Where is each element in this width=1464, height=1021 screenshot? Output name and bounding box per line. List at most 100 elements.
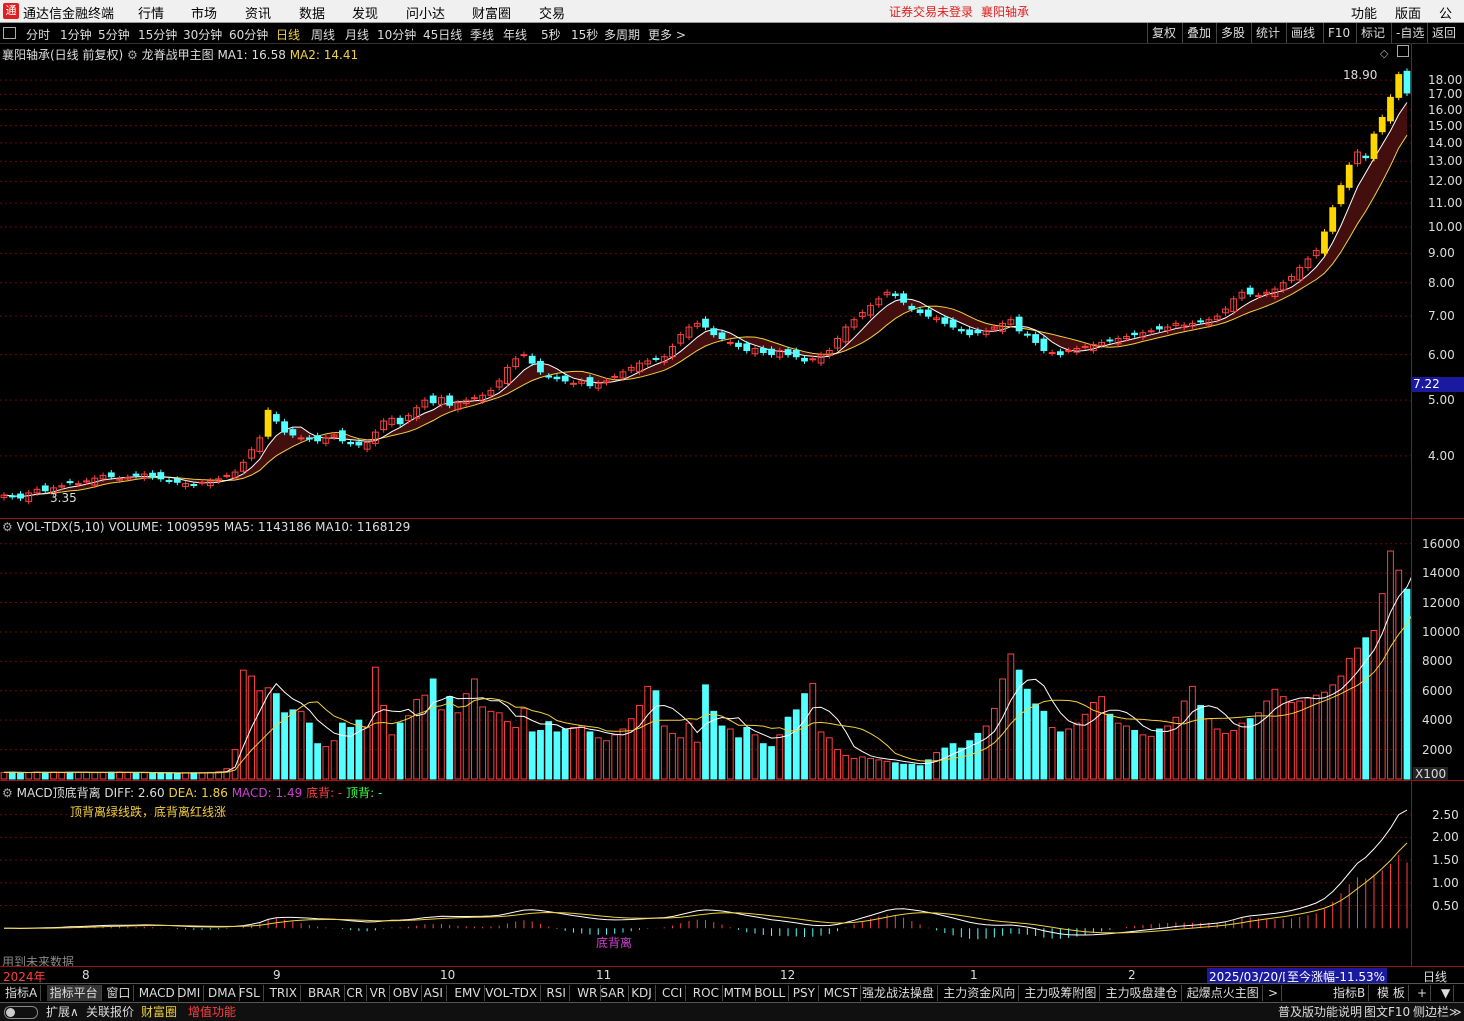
macd-title[interactable]: MACD顶底背离 — [17, 786, 101, 800]
toolbar-btn-0[interactable]: 复权 — [1147, 23, 1180, 43]
kline-chart[interactable]: 18.90 3.35 底背离 — [0, 44, 1411, 983]
menu-layout[interactable]: 版面 — [1395, 3, 1421, 22]
toolbar-btn-1[interactable]: 叠加 — [1182, 23, 1215, 43]
volume-title[interactable]: VOL-TDX(5,10) — [17, 520, 105, 534]
indicator-right-tab-3[interactable]: ▼ — [1438, 985, 1455, 1001]
macd-gear-icon[interactable]: ⚙ — [2, 786, 13, 800]
volume-bar — [471, 678, 478, 780]
candle-body — [132, 473, 140, 476]
indicator-tab-0[interactable]: 指标A — [2, 985, 42, 1001]
period-13[interactable]: 5秒 — [541, 26, 561, 43]
volume-bar — [1164, 725, 1172, 780]
indicator-tab-15[interactable]: RSI — [543, 985, 570, 1001]
indicator-tab-27[interactable]: 主力吸筹附图 — [1021, 985, 1101, 1001]
menu-data[interactable]: 数据 — [299, 3, 325, 22]
period-12[interactable]: 年线 — [503, 26, 527, 43]
indicator-tab-3[interactable]: MACD — [136, 985, 179, 1001]
divergence-label: 底背离 — [596, 935, 632, 950]
status-related-quotes[interactable]: 关联报价 — [86, 1004, 134, 1020]
indicator-right-tab-0[interactable]: 指标B — [1330, 985, 1370, 1001]
period-4[interactable]: 30分钟 — [183, 26, 222, 43]
menu-news[interactable]: 资讯 — [245, 3, 271, 22]
indicator-tab-17[interactable]: SAR — [597, 985, 629, 1001]
indicator-tab-13[interactable]: EMV — [451, 985, 485, 1001]
indicator-tab-12[interactable]: ASI — [421, 985, 447, 1001]
volume-gear-icon[interactable]: ⚙ — [2, 520, 13, 534]
indicator-tab-5[interactable]: DMA — [205, 985, 240, 1001]
volume-bar — [107, 771, 115, 780]
sidebar-toggle-icon[interactable] — [3, 27, 16, 39]
status-version-info[interactable]: 普及版功能说明 — [1278, 1004, 1362, 1020]
indicator-tab-6[interactable]: FSL — [236, 985, 264, 1001]
period-8[interactable]: 月线 — [345, 26, 369, 43]
period-6[interactable]: 日线 — [276, 26, 300, 43]
indicator-tab-29[interactable]: 起爆点火主图 — [1184, 985, 1263, 1001]
toolbar-btn-7[interactable]: -自选 — [1391, 23, 1428, 43]
indicator-tab-18[interactable]: KDJ — [628, 985, 656, 1001]
volume-bar — [1098, 696, 1106, 780]
indicator-tab-10[interactable]: VR — [367, 985, 391, 1001]
toolbar-btn-3[interactable]: 统计 — [1251, 23, 1284, 43]
volume-bar — [1205, 718, 1213, 780]
indicator-tab-30[interactable]: > — [1265, 985, 1283, 1001]
menu-function[interactable]: 功能 — [1351, 3, 1377, 22]
toolbar-btn-5[interactable]: F10 — [1323, 23, 1354, 43]
period-11[interactable]: 季线 — [470, 26, 494, 43]
indicator-tab-14[interactable]: VOL-TDX — [482, 985, 542, 1001]
period-5[interactable]: 60分钟 — [229, 26, 268, 43]
period-0[interactable]: 分时 — [26, 26, 50, 43]
menu-ask[interactable]: 问小达 — [406, 3, 445, 22]
status-value-added[interactable]: 增值功能 — [188, 1004, 236, 1020]
volume-bar — [693, 741, 701, 780]
period-14[interactable]: 15秒 — [571, 26, 598, 43]
indicator-tab-26[interactable]: 主力资金风向 — [940, 985, 1020, 1001]
status-f10[interactable]: 图文F10 — [1364, 1004, 1410, 1020]
menu-wealth[interactable]: 财富圈 — [472, 3, 511, 22]
period-16[interactable]: 更多 > — [648, 26, 686, 43]
period-9[interactable]: 10分钟 — [377, 26, 416, 43]
status-sidebar[interactable]: 侧边栏≫ — [1413, 1004, 1462, 1020]
candle-body — [1040, 338, 1048, 351]
indicator-tab-22[interactable]: BOLL — [751, 985, 790, 1001]
indicator-tab-2[interactable]: 窗口 — [103, 985, 135, 1001]
toolbar-btn-2[interactable]: 多股 — [1216, 23, 1249, 43]
indicator-right-tab-2[interactable]: + — [1414, 985, 1432, 1001]
period-2[interactable]: 5分钟 — [98, 26, 130, 43]
period-10[interactable]: 45日线 — [423, 26, 462, 43]
period-1[interactable]: 1分钟 — [60, 26, 92, 43]
indicator-tab-21[interactable]: MTM — [721, 985, 756, 1001]
volume-tick: 6000 — [1422, 683, 1453, 698]
indicator-tab-4[interactable]: DMI — [174, 985, 205, 1001]
candle-body — [1106, 339, 1114, 342]
indicator-tab-8[interactable]: BRAR — [305, 985, 345, 1001]
menu-quotes[interactable]: 行情 — [138, 3, 164, 22]
indicator-tab-7[interactable]: TRIX — [267, 985, 302, 1001]
toolbar-btn-4[interactable]: 画线 — [1286, 23, 1319, 43]
menu-trade[interactable]: 交易 — [539, 3, 565, 22]
indicator-tab-28[interactable]: 主力吸盘建仓 — [1103, 985, 1182, 1001]
period-3[interactable]: 15分钟 — [138, 26, 177, 43]
volume-bar — [528, 731, 536, 780]
toolbar-btn-8[interactable]: 返回 — [1427, 23, 1460, 43]
indicator-tab-24[interactable]: MCST — [821, 985, 862, 1001]
volume-bar — [314, 743, 322, 780]
indicator-tab-25[interactable]: 强龙战法操盘 — [859, 985, 939, 1001]
status-wealth[interactable]: 财富圈 — [141, 1004, 177, 1020]
volume-bar — [1180, 700, 1188, 780]
indicator-tab-1[interactable]: 指标平台 — [46, 985, 102, 1001]
candle-body — [429, 395, 437, 404]
indicator-tab-19[interactable]: CCI — [659, 985, 687, 1001]
indicator-tab-23[interactable]: PSY — [790, 985, 819, 1001]
indicator-tab-11[interactable]: OBV — [390, 985, 423, 1001]
toolbar-btn-6[interactable]: 标记 — [1356, 23, 1389, 43]
menu-discover[interactable]: 发现 — [352, 3, 378, 22]
menu-market[interactable]: 市场 — [191, 3, 217, 22]
period-7[interactable]: 周线 — [311, 26, 335, 43]
period-15[interactable]: 多周期 — [604, 26, 640, 43]
login-warning[interactable]: 证券交易未登录 — [889, 3, 973, 20]
status-expand[interactable]: 扩展∧ — [46, 1004, 79, 1020]
indicator-tab-9[interactable]: CR — [343, 985, 368, 1001]
indicator-right-tab-1[interactable]: 模 板 — [1374, 985, 1409, 1001]
toggle-switch[interactable] — [4, 1006, 38, 1019]
indicator-tab-20[interactable]: ROC — [690, 985, 723, 1001]
